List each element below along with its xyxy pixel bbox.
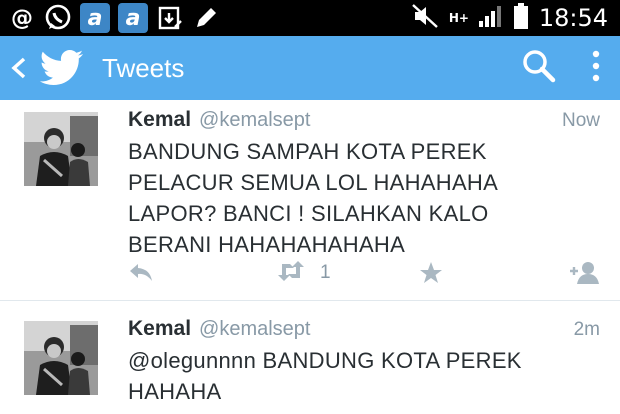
author-handle[interactable]: @kemalsept [199,318,310,341]
author-handle[interactable]: @kemalsept [199,109,310,132]
tweet-timestamp: 2m [573,319,600,340]
retweet-count: 1 [320,262,331,283]
edit-icon [192,4,220,32]
tweet-actions: 1 [128,258,600,288]
tweet-text-line: BERANI HAHAHAHAHAHA [128,232,406,257]
twitter-bird-icon [36,48,88,88]
tweet-text-line: BANDUNG SAMPAH KOTA PEREK [128,139,487,164]
whatsapp-icon [44,4,72,32]
tweet-text-line: LAPOR? BANCI ! SILAHKAN KALO [128,201,489,226]
status-bar: @ a a H+ 18:54 [0,0,620,36]
search-icon[interactable] [522,49,556,87]
tweet-text: @olegunnnn BANDUNG KOTA PEREK HAHAHA [128,345,600,407]
follow-user-icon[interactable] [568,261,600,285]
network-type: H+ [448,11,469,25]
reply-icon[interactable] [128,262,154,284]
more-options-icon[interactable] [592,50,600,86]
page-title: Tweets [102,52,185,83]
signal-icon [477,3,503,33]
favorite-icon[interactable] [419,261,443,285]
back-icon[interactable] [4,48,34,88]
retweet-icon [276,260,306,286]
tweet-timestamp: Now [561,110,600,131]
app-a-icon: a [118,3,148,33]
battery-icon [513,2,529,34]
clock: 18:54 [538,4,608,32]
app-bar: Tweets [0,36,620,100]
author-name[interactable]: Kemal [128,317,191,341]
app-a-icon: a [80,3,110,33]
mute-icon [411,3,439,33]
tweet-item[interactable]: Kemal @kemalsept Now BANDUNG SAMPAH KOTA… [0,100,620,301]
avatar[interactable] [24,321,98,395]
tweet-list: Kemal @kemalsept Now BANDUNG SAMPAH KOTA… [0,100,620,414]
avatar[interactable] [24,112,98,186]
author-name[interactable]: Kemal [128,108,191,132]
tweet-text-line: PELACUR SEMUA LOL HAHAHAHA [128,170,499,195]
at-icon: @ [11,5,33,31]
tweet-item[interactable]: Kemal @kemalsept 2m @olegunnnn BANDUNG K… [0,301,620,414]
retweet-button[interactable]: 1 [276,260,331,286]
tweet-text-line: HAHAHA [128,379,222,404]
download-icon [156,4,184,32]
tweet-text: BANDUNG SAMPAH KOTA PEREK PELACUR SEMUA … [128,136,600,260]
tweet-text-line: @olegunnnn BANDUNG KOTA PEREK [128,348,522,373]
